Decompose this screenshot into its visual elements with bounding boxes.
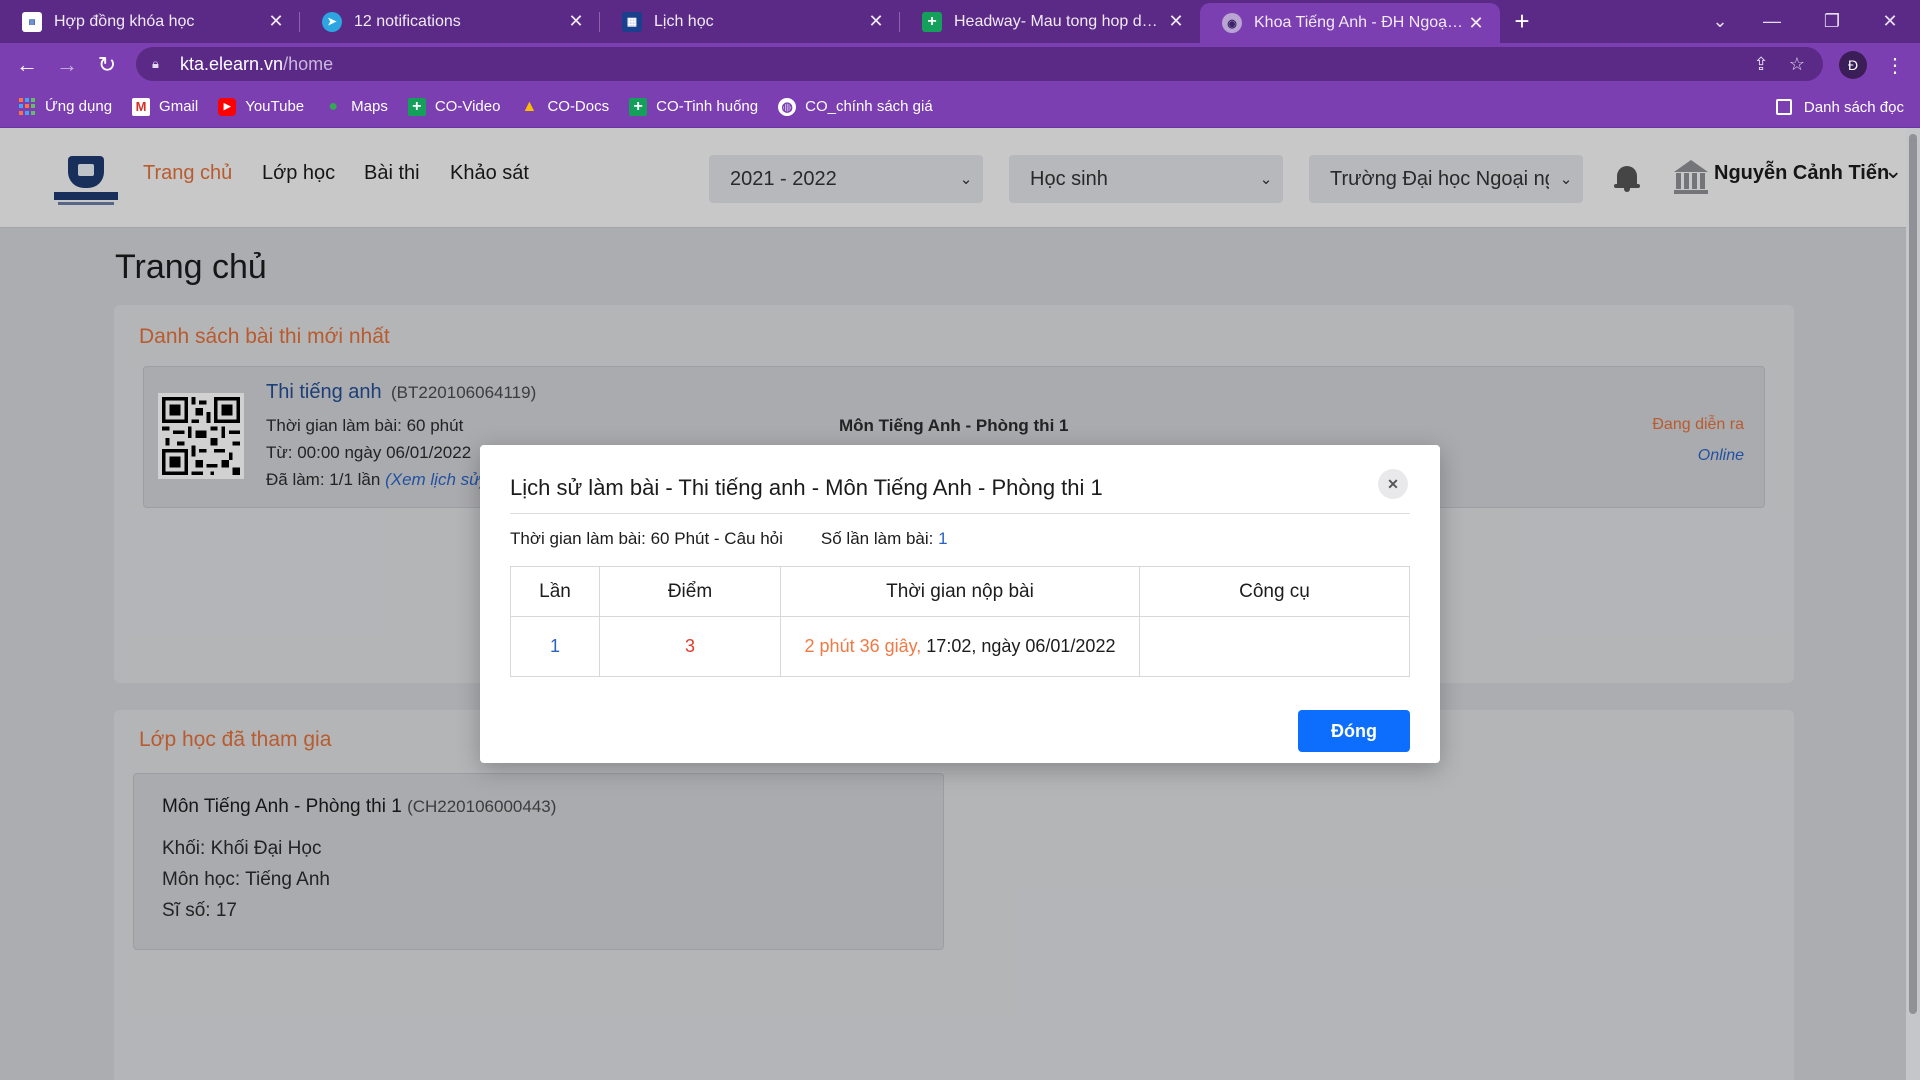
attempt-history-table: Lần Điểm Thời gian nộp bài Công cụ 1 3 2… (510, 566, 1410, 677)
dialog-title: Lịch sử làm bài - Thi tiếng anh - Môn Ti… (510, 475, 1103, 500)
apps-grid-icon (18, 97, 36, 116)
youtube-icon: ▶ (218, 97, 237, 116)
bookmark-label: CO-Video (434, 98, 501, 115)
url-input[interactable]: 🔒︎ kta.elearn.vn/home ⇪ ☆ (136, 47, 1823, 81)
share-icon[interactable]: ⇪ (1746, 47, 1776, 81)
attempt-score: 3 (599, 616, 781, 677)
bookmark-co-docs[interactable]: ▲ CO-Docs (520, 97, 610, 116)
bookmark-label: CO-Tinh huống (656, 98, 759, 115)
lock-icon: 🔒︎ (152, 56, 159, 71)
column-header: Thời gian nộp bài (780, 566, 1140, 617)
page-scrollbar[interactable] (1906, 128, 1920, 1080)
browser-tab[interactable]: ▤ Hợp đồng khóa học ✕ (0, 0, 300, 43)
attempt-submit-time: 2 phút 36 giây, 17:02, ngày 06/01/2022 (780, 616, 1140, 677)
column-header: Công cụ (1139, 566, 1410, 617)
restore-icon[interactable]: ❐ (1802, 0, 1862, 43)
window-close-icon[interactable]: ✕ (1860, 0, 1920, 43)
browser-tab-strip: ▤ Hợp đồng khóa học ✕ ➤ 12 notifications… (0, 0, 1920, 43)
tab-search-icon[interactable]: ⌄ (1690, 0, 1750, 43)
attempt-duration: 2 phút 36 giây, (804, 636, 922, 656)
attempt-history-dialog: Lịch sử làm bài - Thi tiếng anh - Môn Ti… (480, 445, 1440, 763)
attempt-number[interactable]: 1 (510, 616, 600, 677)
bookmark-gmail[interactable]: M Gmail (132, 97, 199, 116)
url-host: kta.elearn.vn (180, 53, 284, 74)
bookmark-co-video[interactable]: + CO-Video (407, 97, 501, 116)
reading-list-button[interactable]: Danh sách đọc (1775, 86, 1904, 128)
reload-icon[interactable]: ↻ (91, 49, 123, 81)
table-header-row: Lần Điểm Thời gian nộp bài Công cụ (510, 566, 1410, 617)
divider (510, 513, 1410, 514)
drive-icon: ▲ (521, 97, 538, 115)
scrollbar-thumb[interactable] (1909, 134, 1917, 1014)
bookmark-co-tinh-huong[interactable]: + CO-Tinh huống (629, 97, 759, 116)
dialog-meta: Thời gian làm bài: 60 Phút - Câu hỏi Số l… (510, 529, 948, 549)
globe-icon: ◉ (1222, 13, 1242, 33)
bookmark-label: YouTube (245, 98, 305, 115)
sheets-icon: + (629, 97, 648, 116)
tab-title: Khoa Tiếng Anh - ĐH Ngoại Ngữ (1254, 14, 1466, 31)
telegram-icon: ➤ (322, 11, 342, 32)
bookmark-apps[interactable]: Ứng dụng (18, 97, 113, 116)
tab-title: Headway- Mau tong hop du lieu (954, 12, 1166, 30)
close-icon[interactable]: ✕ (1466, 13, 1486, 33)
browser-tab[interactable]: ▦ Lịch học ✕ (600, 0, 900, 43)
new-tab-button[interactable]: + (1500, 0, 1544, 43)
bookmark-label: Maps (351, 98, 388, 115)
close-icon[interactable]: ✕ (866, 11, 886, 32)
back-icon[interactable]: ← (11, 49, 43, 81)
column-header: Điểm (599, 566, 781, 617)
star-icon[interactable]: ☆ (1782, 47, 1812, 81)
forward-icon[interactable]: → (51, 49, 83, 81)
attempt-submitted-at: 17:02, ngày 06/01/2022 (921, 636, 1116, 656)
more-menu-icon[interactable]: ⋮ (1880, 49, 1910, 81)
table-row: 1 3 2 phút 36 giây, 17:02, ngày 06/01/20… (510, 616, 1410, 677)
minimize-icon[interactable]: — (1742, 0, 1802, 43)
meta-attempts-value: 1 (938, 529, 948, 548)
maps-icon: ● (328, 97, 338, 115)
close-dialog-button[interactable]: Đóng (1298, 710, 1410, 752)
bookmark-co-chinh-sach-gia[interactable]: ◍ CO_chính sách giá (778, 97, 933, 116)
dialog-close-icon[interactable]: ✕ (1378, 469, 1408, 499)
close-icon[interactable]: ✕ (266, 11, 286, 32)
meta-duration: Thời gian làm bài: 60 Phút - Câu hỏi (510, 529, 783, 548)
reading-list-icon (1775, 99, 1792, 115)
meta-attempts-label: Số lần làm bài: (820, 529, 934, 548)
profile-avatar[interactable]: Đ (1839, 51, 1867, 79)
tab-title: Hợp đồng khóa học (54, 12, 195, 30)
doc-icon: ▤ (22, 11, 42, 32)
browser-tab[interactable]: ➤ 12 notifications ✕ (300, 0, 600, 43)
tab-title: Lịch học (654, 12, 714, 30)
bookmark-youtube[interactable]: ▶ YouTube (218, 97, 305, 116)
attempt-tools (1139, 616, 1410, 677)
globe-icon: ◍ (778, 97, 797, 116)
sheets-icon: + (407, 97, 426, 116)
reading-list-label: Danh sách đọc (1803, 98, 1904, 116)
calendar-icon: ▦ (622, 11, 642, 32)
gmail-icon: M (132, 97, 151, 116)
tab-title: 12 notifications (354, 12, 461, 30)
bookmarks-bar: Ứng dụng M Gmail ▶ YouTube ● Maps + CO-V… (0, 86, 1920, 128)
bookmark-label: CO-Docs (547, 98, 610, 115)
bookmark-maps[interactable]: ● Maps (324, 98, 388, 116)
close-icon[interactable]: ✕ (1166, 11, 1186, 32)
browser-tab-active[interactable]: ◉ Khoa Tiếng Anh - ĐH Ngoại Ngữ ✕ (1200, 3, 1500, 43)
sheets-icon: + (922, 11, 942, 32)
browser-tab[interactable]: + Headway- Mau tong hop du lieu ✕ (900, 0, 1200, 43)
bookmark-label: CO_chính sách giá (805, 98, 933, 115)
close-icon[interactable]: ✕ (566, 11, 586, 32)
url-path: /home (283, 53, 334, 74)
bookmark-label: Gmail (159, 98, 199, 115)
column-header: Lần (510, 566, 600, 617)
address-bar: ← → ↻ 🔒︎ kta.elearn.vn/home ⇪ ☆ Đ ⋮ (0, 43, 1920, 86)
bookmark-label: Ứng dụng (45, 98, 113, 115)
